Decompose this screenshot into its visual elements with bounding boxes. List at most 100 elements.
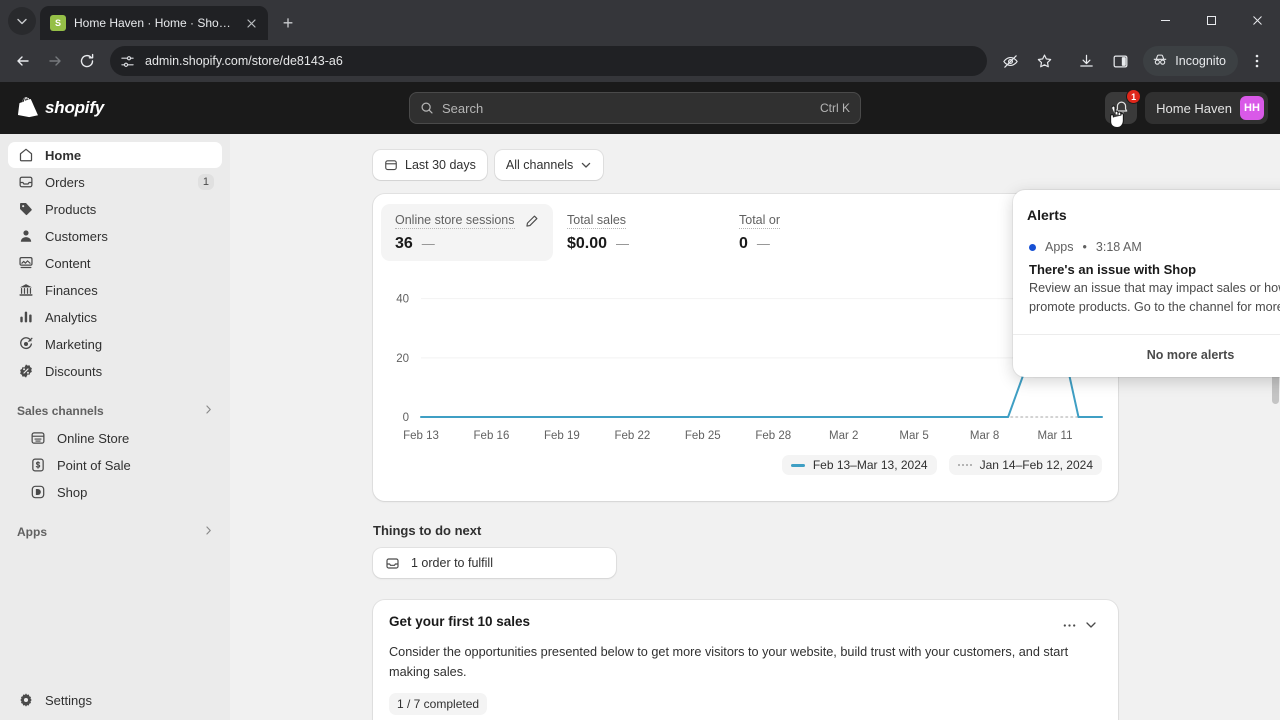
shop-icon [29, 484, 46, 501]
sidebar-item-settings[interactable]: Settings [8, 687, 222, 713]
browser-tab[interactable]: S Home Haven · Home · Shopify [40, 6, 268, 40]
reload-icon[interactable] [72, 46, 102, 76]
section-label: Apps [17, 525, 47, 539]
incognito-label: Incognito [1175, 54, 1226, 68]
sidebar-item-point-of-sale[interactable]: Point of Sale [20, 452, 222, 478]
legend-label: Jan 14–Feb 12, 2024 [979, 458, 1093, 472]
sidebar-item-label: Discounts [45, 363, 103, 379]
sidebar-item-content[interactable]: Content [8, 250, 222, 276]
pencil-icon[interactable] [525, 214, 539, 228]
card-description: Consider the opportunities presented bel… [389, 645, 1069, 679]
sidebar-item-home[interactable]: Home [8, 142, 222, 168]
gear-icon [17, 692, 34, 709]
forward-arrow-icon[interactable] [40, 46, 70, 76]
close-icon[interactable] [242, 14, 260, 32]
alerts-footer: No more alerts [1146, 347, 1235, 362]
svg-text:Feb 25: Feb 25 [685, 430, 721, 442]
downloads-icon[interactable] [1071, 46, 1101, 76]
channel-filter[interactable]: All channels [494, 150, 604, 180]
back-arrow-icon[interactable] [8, 46, 38, 76]
storefront-icon [29, 430, 46, 447]
incognito-indicator[interactable]: Incognito [1143, 46, 1238, 76]
megaphone-target-icon [17, 336, 34, 353]
metric-change: — [756, 236, 770, 251]
legend-dotted-swatch [957, 464, 972, 466]
filter-bar: Last 30 days All channels [230, 150, 1280, 180]
side-panel-icon[interactable] [1105, 46, 1135, 76]
global-search[interactable]: Search Ctrl K [409, 92, 861, 124]
svg-text:Feb 13: Feb 13 [403, 430, 439, 442]
sales-channel-list: Online Store Point of Sale Shop [8, 425, 222, 506]
todo-order-to-fulfill[interactable]: 1 order to fulfill [373, 548, 616, 578]
metric-total-orders[interactable]: Total or 0 — [725, 204, 897, 261]
tab-search-icon[interactable] [8, 7, 36, 35]
maximize-button[interactable] [1188, 0, 1234, 40]
sidebar-item-label: Analytics [45, 309, 98, 325]
sidebar-item-label: Settings [45, 692, 92, 708]
sidebar-section-apps[interactable]: Apps [8, 518, 222, 546]
store-switcher[interactable]: Home Haven HH [1145, 92, 1268, 124]
search-input[interactable]: Search [442, 101, 812, 116]
shopify-bag-icon [18, 97, 38, 119]
chevron-right-icon[interactable] [203, 525, 214, 539]
minimize-button[interactable] [1142, 0, 1188, 40]
chart-legend: Feb 13–Mar 13, 2024 Jan 14–Feb 12, 2024 [373, 455, 1118, 489]
bank-icon [17, 282, 34, 299]
sidebar-item-analytics[interactable]: Analytics [8, 304, 222, 330]
chart-canvas: 0 20 40 Feb 13 Feb 16 Feb 19 Feb 22 Feb 25 Feb 2… [396, 294, 1103, 442]
main-content: Last 30 days All channels Online store s… [230, 134, 1280, 720]
sidebar-item-finances[interactable]: Finances [8, 277, 222, 303]
browser-toolbar: admin.shopify.com/store/de8143-a6 Incogn… [0, 40, 1280, 82]
metric-change: — [421, 236, 435, 251]
things-to-do-title: Things to do next [373, 523, 482, 538]
metric-label: Total or [739, 213, 780, 229]
date-range-filter[interactable]: Last 30 days [373, 150, 487, 180]
svg-text:Feb 19: Feb 19 [544, 430, 580, 442]
shopify-logo[interactable]: shopify [12, 97, 208, 119]
three-dot-menu-icon[interactable] [1242, 46, 1272, 76]
svg-text:20: 20 [396, 353, 409, 365]
brand-wordmark: shopify [45, 98, 105, 117]
metric-online-store-sessions[interactable]: Online store sessions 36 — [381, 204, 553, 261]
bar-chart-icon [17, 309, 34, 326]
sidebar-item-online-store[interactable]: Online Store [20, 425, 222, 451]
metric-value: 0 [739, 235, 748, 252]
sidebar-item-products[interactable]: Products [8, 196, 222, 222]
sidebar-item-label: Shop [57, 484, 88, 500]
chevron-right-icon[interactable] [203, 404, 214, 418]
chevron-down-icon[interactable] [1080, 614, 1102, 636]
tab-title: Home Haven · Home · Shopify [74, 16, 234, 30]
legend-line-swatch [790, 463, 805, 467]
ellipsis-icon[interactable] [1058, 614, 1080, 636]
notifications-bell-icon[interactable]: 1 [1105, 89, 1142, 129]
metrics-row: Online store sessions 36 — Total sales $… [373, 204, 1118, 261]
sidebar-item-label: Customers [45, 228, 108, 244]
sidebar-item-label: Home [45, 147, 82, 163]
legend-item-previous[interactable]: Jan 14–Feb 12, 2024 [948, 455, 1102, 475]
address-bar[interactable]: admin.shopify.com/store/de8143-a6 [110, 46, 988, 76]
metric-label: Total sales [567, 213, 627, 229]
site-settings-icon[interactable] [120, 54, 135, 69]
bookmark-star-icon[interactable] [1029, 46, 1059, 76]
close-window-button[interactable] [1234, 0, 1280, 40]
sidebar-section-sales-channels[interactable]: Sales channels [8, 397, 222, 425]
metric-change: — [616, 236, 630, 251]
alert-time: 3:18 AM [1095, 240, 1142, 254]
content-image-icon [17, 255, 34, 272]
legend-label: Feb 13–Mar 13, 2024 [812, 458, 928, 472]
new-tab-button[interactable]: + [274, 9, 302, 37]
sidebar-item-shop[interactable]: Shop [20, 479, 222, 505]
alerts-header: Alerts [1013, 190, 1280, 236]
home-icon [17, 147, 34, 164]
metric-total-sales[interactable]: Total sales $0.00 — [553, 204, 725, 261]
sidebar-item-label: Orders [45, 174, 85, 190]
alert-item[interactable]: Apps • 3:18 AM There's an issue with Sho… [1013, 236, 1280, 335]
sidebar-item-orders[interactable]: Orders 1 [8, 169, 222, 195]
sidebar-item-discounts[interactable]: Discounts [8, 358, 222, 384]
orders-inbox-icon [17, 174, 34, 191]
sidebar-item-customers[interactable]: Customers [8, 223, 222, 249]
legend-item-current[interactable]: Feb 13–Mar 13, 2024 [781, 455, 937, 475]
browser-window: S Home Haven · Home · Shopify + admin.sh… [0, 0, 1280, 720]
sidebar-item-marketing[interactable]: Marketing [8, 331, 222, 357]
hide-password-icon[interactable] [995, 46, 1025, 76]
